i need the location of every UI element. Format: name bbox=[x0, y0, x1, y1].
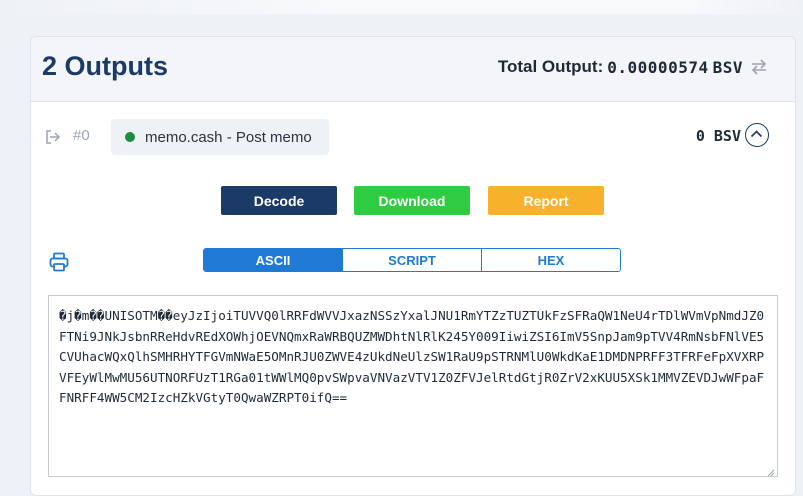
swap-arrows-icon[interactable] bbox=[749, 57, 769, 77]
tab-ascii[interactable]: ASCII bbox=[204, 249, 343, 271]
status-dot-icon bbox=[125, 132, 135, 142]
total-output-value: 0.00000574 bbox=[607, 57, 709, 77]
total-output: Total Output: 0.00000574 BSV bbox=[498, 57, 743, 77]
report-button[interactable]: Report bbox=[488, 186, 604, 215]
resize-grip-icon[interactable] bbox=[765, 464, 775, 477]
total-output-label: Total Output: bbox=[497, 57, 604, 76]
output-arrow-icon bbox=[45, 129, 61, 145]
outputs-card: 2 Outputs Total Output: 0.00000574 BSV #… bbox=[30, 36, 796, 496]
tab-script[interactable]: SCRIPT bbox=[343, 249, 482, 271]
format-tabs: ASCII SCRIPT HEX bbox=[203, 248, 621, 272]
download-button[interactable]: Download bbox=[354, 186, 470, 215]
tab-hex[interactable]: HEX bbox=[482, 249, 620, 271]
total-output-unit: BSV bbox=[712, 57, 743, 77]
output-row: #0 memo.cash - Post memo 0 BSV bbox=[39, 117, 789, 157]
script-output-textarea[interactable]: �j�m��UNISOTM��eyJzIjoiTUVVQ0lRRFdWVVJxa… bbox=[48, 295, 778, 477]
printer-icon[interactable] bbox=[48, 251, 70, 273]
output-amount: 0 BSV bbox=[695, 127, 741, 145]
card-header: 2 Outputs Total Output: 0.00000574 BSV bbox=[31, 37, 795, 102]
decode-button[interactable]: Decode bbox=[221, 186, 337, 215]
top-strip bbox=[0, 0, 803, 14]
script-payload-text: �j�m��UNISOTM��eyJzIjoiTUVVQ0lRRFdWVVJxa… bbox=[59, 308, 765, 405]
outputs-title: 2 Outputs bbox=[42, 51, 168, 81]
output-index: #0 bbox=[73, 127, 90, 144]
output-type-badge: memo.cash - Post memo bbox=[111, 119, 329, 155]
chevron-up-icon[interactable] bbox=[745, 123, 769, 147]
output-type-label: memo.cash - Post memo bbox=[145, 128, 312, 146]
